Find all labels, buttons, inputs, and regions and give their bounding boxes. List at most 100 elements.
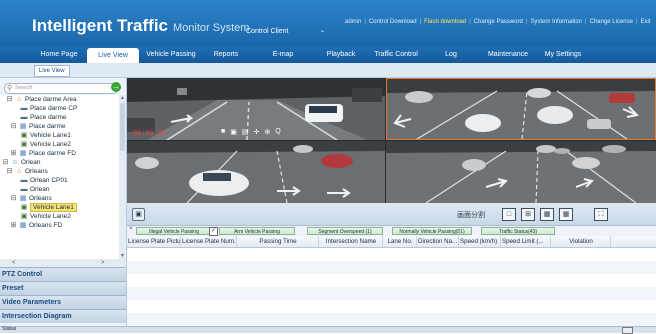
tree-node[interactable]: ⊞ ▦ Place darme FD (10, 149, 76, 158)
scroll-right-icon[interactable]: > (101, 259, 105, 267)
tab-playback[interactable]: Playback (320, 46, 362, 63)
tree-horizontal-scrollbar[interactable]: < > (0, 259, 126, 267)
flash-download-link[interactable]: Flash download (424, 19, 466, 25)
tree-node-label: Place darme (30, 114, 67, 121)
device-tree: ⊟ ⌂ Place darme Area ▬ Place darme CP ▬ Plac… (0, 95, 119, 259)
collapse-icon[interactable]: ⊟ (6, 96, 13, 103)
panel-ptz-control[interactable]: PTZ Control (0, 267, 126, 281)
camera-feed-3 (127, 141, 385, 203)
column-header[interactable]: Direction Na... (417, 236, 459, 247)
tab-normally-vehicle-passing[interactable]: Normally Vehicle Passing(51) (392, 227, 472, 235)
search-go-button[interactable]: → (111, 82, 121, 92)
column-header[interactable]: Speed Limit (... (501, 236, 551, 247)
app-subtitle: Monitor System (173, 22, 250, 34)
layout-9-button[interactable]: ▦ (540, 208, 554, 221)
tab-vehicle-passing[interactable]: Vehicle Passing (140, 46, 202, 63)
scroll-thumb[interactable] (120, 103, 125, 151)
panel-video-parameters[interactable]: Video Parameters (0, 295, 126, 309)
tree-node-label: Place darme Area (25, 96, 77, 103)
capture-button[interactable]: ▣ (132, 208, 145, 221)
tab-checkbox[interactable]: ✓ (209, 227, 218, 236)
snapshot-icon[interactable]: ▤ (242, 128, 249, 136)
change-license-link[interactable]: Change License (590, 19, 633, 25)
change-password-link[interactable]: Change Password (474, 19, 523, 25)
scroll-left-icon[interactable]: < (12, 259, 16, 267)
column-header[interactable]: Speed (km/h) (459, 236, 501, 247)
client-dropdown-icon[interactable]: ⌄ (320, 27, 325, 34)
stop-icon[interactable]: ■ (221, 128, 225, 136)
tree-node[interactable]: ▬ Orlean (20, 185, 50, 194)
collapse-icon[interactable]: ⊟ (10, 195, 17, 202)
video-window-4[interactable] (386, 141, 656, 203)
tree-node[interactable]: ⊟ ▦ Orleans (10, 194, 52, 203)
expand-icon[interactable]: ⊞ (10, 150, 17, 157)
tree-node[interactable]: ▬ Place darme CP (20, 104, 78, 113)
tree-node-label: Place darme FD (29, 150, 76, 157)
sub-nav: Live View (0, 63, 656, 78)
tab-traffic-status[interactable]: Traffic Status(43) (481, 227, 555, 235)
zoom-icon[interactable]: Q (275, 128, 280, 136)
fullscreen-button[interactable]: ⛶ (594, 208, 608, 221)
tab-reports[interactable]: Reports (205, 46, 247, 63)
tree-node[interactable]: ⊟ ⌂ Orleans (6, 167, 48, 176)
video-window-3[interactable] (127, 141, 385, 203)
ptz-icon[interactable]: ✛ (253, 128, 259, 136)
subtab-live-view[interactable]: Live View (34, 65, 70, 77)
tree-node[interactable]: ▣ Vehicle Lane2 (20, 140, 71, 149)
tree-node[interactable]: ⊞ ▦ Orleans FD (10, 221, 63, 230)
exit-link[interactable]: Exit (641, 19, 651, 25)
status-toggle-button[interactable] (622, 327, 633, 334)
tab-my-settings[interactable]: My Settings (540, 46, 586, 63)
camera-feed-4 (386, 141, 656, 203)
collapse-icon[interactable]: ⊟ (10, 123, 17, 130)
column-header[interactable]: License Plate Num... (181, 236, 237, 247)
layout-1-button[interactable]: □ (502, 208, 516, 221)
user-link[interactable]: admin (345, 19, 361, 25)
tab-traffic-control[interactable]: Traffic Control (367, 46, 425, 63)
zoom-in-icon[interactable]: ⊕ (264, 128, 270, 136)
column-header[interactable]: Violation (551, 236, 611, 247)
group-icon: ▦ (19, 150, 27, 157)
record-tabs: × Illegal Vehicle Passing ✓ Arm Vehicle … (127, 226, 656, 236)
column-header[interactable]: Passing Time (237, 236, 319, 247)
tree-node[interactable]: ⊟ ⌂ Place darme Area (6, 95, 77, 104)
panel-intersection-diagram[interactable]: Intersection Diagram (0, 309, 126, 323)
lane-icon: ▣ (20, 132, 28, 139)
tab-maintenance[interactable]: Maintenance (483, 46, 533, 63)
tree-node[interactable]: ▬ Place darme (20, 113, 67, 122)
column-header[interactable]: Lane No. (383, 236, 417, 247)
app-title: Intelligent Traffic Monitor System (32, 16, 249, 36)
control-download-link[interactable]: Control Download (369, 19, 417, 25)
column-header[interactable]: License Plate Pictu... (127, 236, 181, 247)
scroll-up-icon[interactable]: ▲ (119, 95, 126, 101)
tree-node-label: Place darme (29, 123, 66, 130)
tree-node-selected[interactable]: ▣ Vehicle Lane1 (20, 203, 77, 212)
tab-illegal-vehicle-passing[interactable]: Illegal Vehicle Passing (136, 227, 212, 235)
expand-icon[interactable]: ⊞ (10, 222, 17, 229)
tree-node[interactable]: ⊟ ▦ Place darme (10, 122, 66, 131)
tab-log[interactable]: Log (436, 46, 466, 63)
collapse-icon[interactable]: ⊟ (6, 168, 13, 175)
layout-4-button[interactable]: ⊞ (521, 208, 535, 221)
video-window-2[interactable] (386, 78, 656, 140)
tab-e-map[interactable]: E-map (263, 46, 303, 63)
panel-preset[interactable]: Preset (0, 281, 126, 295)
tree-node[interactable]: ⊟ ☺ Orlean (2, 158, 41, 167)
search-field[interactable]: ⚲ Search (4, 83, 118, 94)
tab-segment-overspeed[interactable]: Segment Overspeed (1) (307, 227, 383, 235)
tree-node[interactable]: ▣ Vehicle Lane1 (20, 131, 71, 140)
tab-arm-vehicle-passing[interactable]: Arm Vehicle Passing (219, 227, 295, 235)
tree-node[interactable]: ▣ Vehicle Lane2 (20, 212, 71, 221)
layout-more-button[interactable]: ▦ (559, 208, 573, 221)
tab-home-page[interactable]: Home Page (28, 46, 90, 63)
system-information-link[interactable]: System Information (530, 19, 582, 25)
close-tab-icon[interactable]: × (129, 226, 133, 232)
column-header[interactable]: Intersection Name (319, 236, 383, 247)
collapse-icon[interactable]: ⊟ (2, 159, 9, 166)
tab-live-view[interactable]: Live View (87, 48, 139, 63)
tree-node[interactable]: ▬ Orlean CP01 (20, 176, 68, 185)
video-window-1[interactable]: 00:01:07 ■ ▣ ▤ ✛ ⊕ Q (127, 78, 385, 140)
record-icon[interactable]: ▣ (230, 128, 237, 136)
tree-vertical-scrollbar[interactable]: ▲ ▼ (119, 95, 126, 259)
header-links: admin | Control Download | Flash download |… (345, 19, 651, 25)
